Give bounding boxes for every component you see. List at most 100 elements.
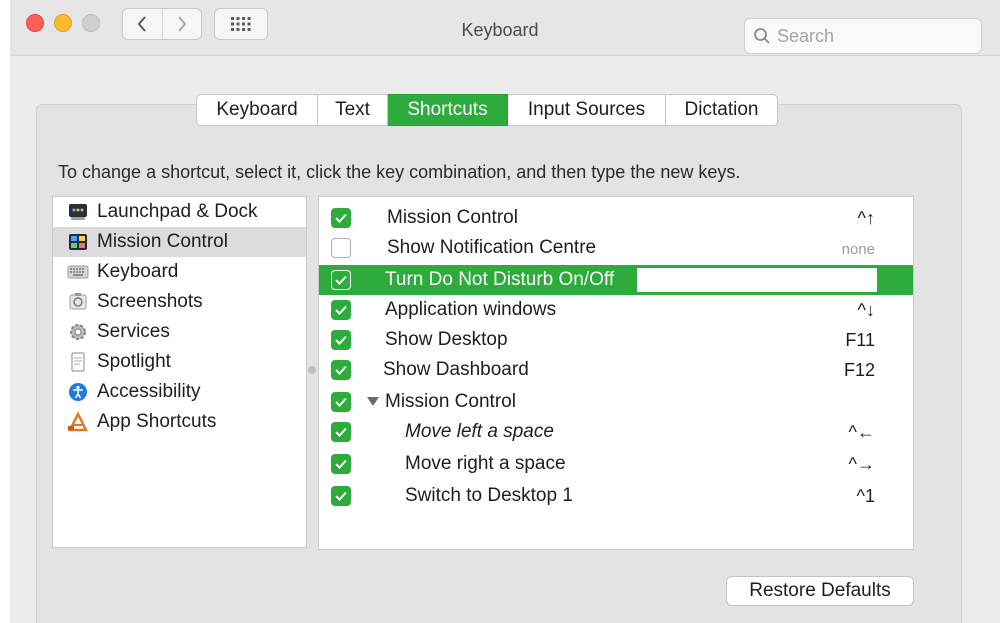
shortcut-row-switch-desktop-1[interactable]: Switch to Desktop 1 ^1 [319, 481, 913, 511]
checkmark-icon [335, 427, 347, 437]
sidebar-item-screenshots[interactable]: Screenshots [53, 287, 306, 317]
sidebar-item-label: Keyboard [97, 261, 179, 282]
sidebar-item-label: Screenshots [97, 291, 203, 312]
mission-control-icon [67, 231, 89, 253]
shortcut-label: Switch to Desktop 1 [405, 485, 573, 506]
app-shortcuts-icon [67, 411, 89, 433]
checkmark-icon [335, 275, 347, 285]
shortcut-group-mission-control[interactable]: Mission Control [319, 387, 913, 417]
shortcut-checkbox[interactable] [331, 270, 351, 290]
shortcut-row-do-not-disturb[interactable]: Turn Do Not Disturb On/Off [319, 265, 913, 295]
shortcut-label: Move right a space [405, 453, 566, 474]
sidebar-item-services[interactable]: Services [53, 317, 306, 347]
shortcut-row-show-notification-centre[interactable]: Show Notification Centre none [319, 233, 913, 263]
shortcut-category-list: Launchpad & Dock Mission Control Keyboar… [52, 196, 307, 548]
split-view-handle[interactable] [308, 366, 316, 374]
sidebar-item-label: App Shortcuts [97, 411, 217, 432]
checkmark-icon [335, 213, 347, 223]
checkmark-icon [335, 365, 347, 375]
shortcut-checkbox[interactable] [331, 300, 351, 320]
launchpad-icon [67, 201, 89, 223]
titlebar: Keyboard Search [10, 0, 1000, 56]
shortcut-key[interactable]: ^↑ [858, 208, 875, 229]
shortcut-label: Turn Do Not Disturb On/Off [385, 269, 615, 290]
shortcut-row-application-windows[interactable]: Application windows ^↓ [319, 295, 913, 325]
tab-dictation[interactable]: Dictation [666, 94, 778, 126]
shortcut-row-show-desktop[interactable]: Show Desktop F11 [319, 325, 913, 355]
gear-icon [67, 321, 89, 343]
shortcut-label: Show Notification Centre [387, 237, 597, 258]
sidebar-item-label: Mission Control [97, 231, 228, 252]
shortcut-checkbox[interactable] [331, 486, 351, 506]
shortcut-key[interactable]: F11 [845, 330, 875, 351]
shortcut-checkbox[interactable] [331, 392, 351, 412]
shortcut-label: Move left a space [405, 421, 554, 442]
shortcut-checkbox[interactable] [331, 208, 351, 228]
sidebar-item-accessibility[interactable]: Accessibility [53, 377, 306, 407]
search-icon [754, 28, 770, 44]
restore-defaults-button[interactable]: Restore Defaults [726, 576, 914, 606]
spotlight-icon [67, 351, 89, 373]
shortcut-row-move-right[interactable]: Move right a space ^→ [319, 449, 913, 479]
shortcut-label: Show Dashboard [383, 359, 529, 380]
shortcut-checkbox[interactable] [331, 238, 351, 258]
back-button[interactable] [123, 9, 162, 39]
shortcut-checkbox[interactable] [331, 360, 351, 380]
tab-input-sources[interactable]: Input Sources [508, 94, 666, 126]
tab-bar: Keyboard Text Shortcuts Input Sources Di… [196, 94, 778, 126]
instruction-text: To change a shortcut, select it, click t… [58, 162, 741, 182]
sidebar-item-label: Accessibility [97, 381, 201, 402]
checkmark-icon [335, 459, 347, 469]
navigation-buttons [122, 8, 202, 40]
show-all-button[interactable] [214, 8, 268, 40]
sidebar-item-label: Spotlight [97, 351, 171, 372]
sidebar-item-keyboard[interactable]: Keyboard [53, 257, 306, 287]
shortcut-row-move-left[interactable]: Move left a space ^← [319, 417, 913, 447]
shortcut-label: Mission Control [387, 207, 518, 228]
checkmark-icon [335, 335, 347, 345]
search-input[interactable]: Search [744, 18, 982, 54]
checkmark-icon [335, 305, 347, 315]
chevron-right-icon [177, 16, 187, 32]
minimize-button[interactable] [54, 14, 72, 32]
sidebar-item-mission-control[interactable]: Mission Control [53, 227, 306, 257]
tab-keyboard[interactable]: Keyboard [196, 94, 318, 126]
disclosure-triangle-icon[interactable] [367, 397, 379, 407]
sidebar-item-launchpad-dock[interactable]: Launchpad & Dock [53, 197, 306, 227]
shortcut-row-mission-control[interactable]: Mission Control ^↑ [319, 203, 913, 233]
shortcut-key[interactable]: none [842, 241, 875, 258]
keyboard-icon [67, 261, 89, 283]
accessibility-icon [67, 381, 89, 403]
checkmark-icon [335, 397, 347, 407]
shortcut-key[interactable]: ^→ [849, 454, 875, 475]
tab-text[interactable]: Text [318, 94, 388, 126]
shortcut-label: Mission Control [385, 391, 516, 412]
shortcut-key[interactable]: ^← [849, 422, 875, 443]
sidebar-item-label: Services [97, 321, 170, 342]
shortcut-label: Show Desktop [385, 329, 508, 350]
shortcut-label: Application windows [385, 299, 557, 320]
shortcut-key[interactable]: ^↓ [858, 300, 875, 321]
shortcut-row-show-dashboard[interactable]: Show Dashboard F12 [319, 355, 913, 385]
tab-shortcuts[interactable]: Shortcuts [388, 94, 508, 126]
shortcut-key[interactable]: ^1 [857, 486, 875, 507]
search-placeholder: Search [777, 25, 835, 46]
chevron-left-icon [137, 16, 147, 32]
screenshots-icon [67, 291, 89, 313]
shortcut-checkbox[interactable] [331, 330, 351, 350]
window-title: Keyboard [461, 20, 539, 40]
shortcut-group-label[interactable]: Mission Control [367, 391, 516, 413]
sidebar-item-app-shortcuts[interactable]: App Shortcuts [53, 407, 306, 437]
forward-button[interactable] [161, 9, 202, 39]
shortcut-key[interactable]: F12 [844, 360, 875, 381]
zoom-button[interactable] [82, 14, 100, 32]
close-button[interactable] [26, 14, 44, 32]
grid-icon [231, 17, 251, 31]
sidebar-item-label: Launchpad & Dock [97, 201, 258, 222]
checkmark-icon [335, 491, 347, 501]
shortcut-list: Mission Control ^↑ Show Notification Cen… [318, 196, 914, 550]
sidebar-item-spotlight[interactable]: Spotlight [53, 347, 306, 377]
shortcut-key-field[interactable] [637, 268, 877, 292]
shortcut-checkbox[interactable] [331, 454, 351, 474]
shortcut-checkbox[interactable] [331, 422, 351, 442]
